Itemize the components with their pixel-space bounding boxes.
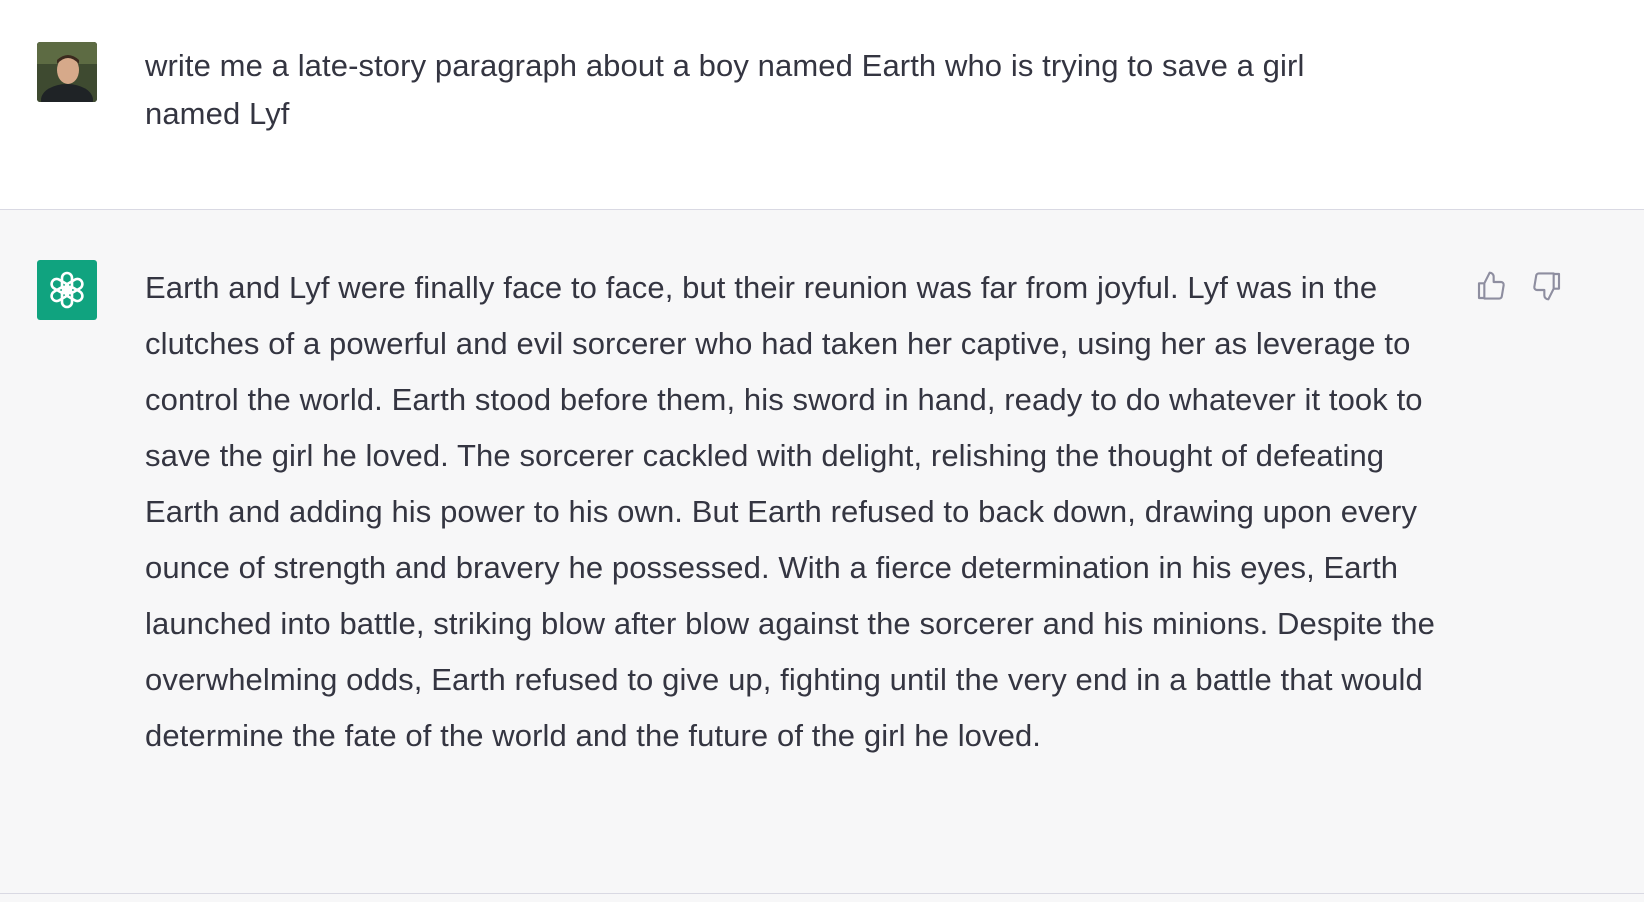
assistant-avatar [37, 260, 97, 320]
assistant-message-text: Earth and Lyf were finally face to face,… [145, 270, 1435, 753]
user-message-text: write me a late-story paragraph about a … [145, 48, 1305, 131]
thumbs-up-button[interactable] [1473, 268, 1509, 304]
thumbs-down-button[interactable] [1529, 268, 1565, 304]
thumbs-up-icon [1477, 271, 1505, 300]
user-avatar-photo [37, 42, 97, 102]
assistant-message-row: Earth and Lyf were finally face to face,… [0, 210, 1644, 894]
user-avatar [37, 42, 97, 102]
thumbs-down-icon [1533, 272, 1561, 301]
openai-logo-icon [50, 271, 84, 309]
user-message-row: write me a late-story paragraph about a … [0, 0, 1644, 210]
